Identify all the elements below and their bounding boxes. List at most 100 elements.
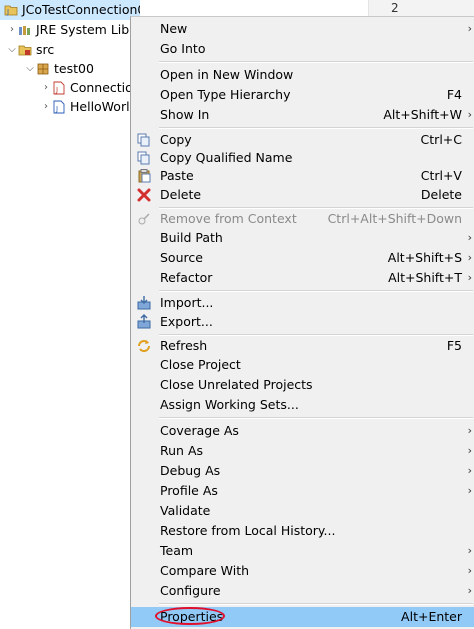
menu-item-label: Copy (160, 132, 192, 147)
menu-item-new[interactable]: New › (131, 19, 474, 39)
menu-item-properties[interactable]: Properties Alt+Enter (131, 607, 474, 627)
tree-item-project[interactable]: J JCoTestConnection01 (0, 0, 140, 20)
menu-item-copy[interactable]: Copy Ctrl+C (131, 130, 474, 150)
package-icon (36, 59, 50, 79)
library-icon (18, 20, 32, 40)
submenu-arrow-icon: › (467, 564, 472, 577)
menu-item-profile-as[interactable]: Profile As › (131, 481, 474, 501)
submenu-arrow-icon: › (467, 271, 472, 284)
refresh-icon (136, 338, 152, 354)
menu-item-run-as[interactable]: Run As › (131, 441, 474, 461)
menu-item-compare-with[interactable]: Compare With › (131, 561, 474, 581)
copy-icon (136, 132, 152, 148)
menu-item-open-type-hierarchy[interactable]: Open Type Hierarchy F4 (131, 85, 474, 105)
tree-item-jre[interactable]: › JRE System Libra (6, 20, 130, 40)
menu-item-label: New (160, 21, 188, 36)
menu-item-label: Debug As (160, 463, 221, 478)
submenu-arrow-icon: › (467, 544, 472, 557)
submenu-arrow-icon: › (467, 584, 472, 597)
project-explorer: J JCoTestConnection01 › JRE System Libra… (0, 0, 140, 629)
menu-item-shortcut: Alt+Enter (401, 609, 462, 624)
menu-item-label: Export... (160, 314, 213, 329)
menu-item-label: Refresh (160, 338, 208, 353)
menu-item-label: Configure (160, 583, 221, 598)
menu-item-refresh[interactable]: Refresh F5 (131, 336, 474, 356)
menu-item-paste[interactable]: Paste Ctrl+V (131, 166, 474, 186)
menu-item-close-unrelated-projects[interactable]: Close Unrelated Projects (131, 375, 474, 395)
java-file-icon: J (52, 78, 66, 98)
copy-qualified-name-icon (136, 150, 152, 166)
menu-item-label: Import... (160, 295, 214, 310)
menu-item-export[interactable]: Export... (131, 312, 474, 332)
paste-icon (136, 168, 152, 184)
chevron-right-icon[interactable]: › (40, 97, 52, 117)
menu-item-refactor[interactable]: Refactor Alt+Shift+T › (131, 268, 474, 288)
menu-item-shortcut: F5 (446, 338, 462, 353)
svg-text:J: J (55, 105, 58, 113)
delete-icon (136, 187, 152, 203)
menu-item-label: Delete (160, 187, 202, 202)
chevron-down-icon[interactable]: ⌵ (24, 59, 36, 79)
menu-item-build-path[interactable]: Build Path › (131, 228, 474, 248)
submenu-arrow-icon: › (467, 251, 472, 264)
menu-item-label: Copy Qualified Name (160, 150, 293, 165)
tree-item-project-label: JCoTestConnection01 (22, 2, 140, 17)
menu-item-label: Source (160, 250, 203, 265)
menu-item-validate[interactable]: Validate (131, 501, 474, 521)
tree-item-package[interactable]: ⌵ test00 (24, 59, 130, 79)
menu-item-label: Run As (160, 443, 204, 458)
tree-item-file1[interactable]: › J Connection (40, 78, 130, 98)
menu-separator (159, 290, 473, 292)
menu-item-copy-qualified-name[interactable]: Copy Qualified Name (131, 148, 474, 168)
tree-item-jre-label: JRE System Libra (36, 22, 130, 37)
menu-item-label: Close Project (160, 357, 241, 372)
menu-item-import[interactable]: Import... (131, 293, 474, 313)
menu-item-show-in[interactable]: Show In Alt+Shift+W › (131, 105, 474, 125)
menu-item-remove-from-context: Remove from Context Ctrl+Alt+Shift+Down (131, 209, 474, 229)
tree-item-src-label: src (36, 42, 55, 57)
menu-item-close-project[interactable]: Close Project (131, 355, 474, 375)
menu-item-shortcut: Alt+Shift+S (387, 250, 462, 265)
chevron-right-icon[interactable]: › (40, 78, 52, 98)
menu-item-restore-from-local-history[interactable]: Restore from Local History... (131, 521, 474, 541)
tree-item-src[interactable]: ⌵ src (6, 40, 130, 60)
chevron-right-icon[interactable]: › (6, 20, 18, 40)
line-number: 2 (391, 1, 399, 15)
menu-item-label: Coverage As (160, 423, 239, 438)
svg-text:J: J (6, 8, 9, 16)
menu-item-source[interactable]: Source Alt+Shift+S › (131, 248, 474, 268)
export-icon (136, 314, 152, 330)
menu-item-open-in-new-window[interactable]: Open in New Window (131, 65, 474, 85)
submenu-arrow-icon: › (467, 22, 472, 35)
menu-item-shortcut: Ctrl+C (420, 132, 462, 147)
menu-item-debug-as[interactable]: Debug As › (131, 461, 474, 481)
context-menu: New › Go Into Open in New Window Open Ty… (130, 16, 474, 629)
java-file-icon: J (52, 97, 66, 117)
remove-context-icon (136, 211, 152, 227)
menu-item-go-into[interactable]: Go Into (131, 39, 474, 59)
menu-item-shortcut: F4 (446, 87, 462, 102)
submenu-arrow-icon: › (467, 231, 472, 244)
menu-item-label: Remove from Context (160, 211, 297, 226)
import-icon (136, 295, 152, 311)
menu-item-coverage-as[interactable]: Coverage As › (131, 421, 474, 441)
menu-item-label: Refactor (160, 270, 213, 285)
menu-separator (159, 603, 473, 605)
menu-separator (159, 127, 473, 129)
tree-item-file1-label: Connection (70, 80, 130, 95)
svg-text:J: J (55, 86, 58, 94)
menu-item-delete[interactable]: Delete Delete (131, 185, 474, 205)
menu-item-label: Restore from Local History... (160, 523, 336, 538)
menu-item-assign-working-sets[interactable]: Assign Working Sets... (131, 395, 474, 415)
source-folder-icon (18, 40, 32, 60)
menu-item-label: Compare With (160, 563, 250, 578)
submenu-arrow-icon: › (467, 484, 472, 497)
submenu-arrow-icon: › (467, 444, 472, 457)
menu-item-label: Open in New Window (160, 67, 294, 82)
chevron-down-icon[interactable]: ⌵ (6, 40, 18, 60)
menu-item-team[interactable]: Team › (131, 541, 474, 561)
tree-item-file2[interactable]: › J HelloWorld (40, 97, 130, 117)
menu-item-label: Close Unrelated Projects (160, 377, 313, 392)
menu-item-configure[interactable]: Configure › (131, 581, 474, 601)
submenu-arrow-icon: › (467, 424, 472, 437)
